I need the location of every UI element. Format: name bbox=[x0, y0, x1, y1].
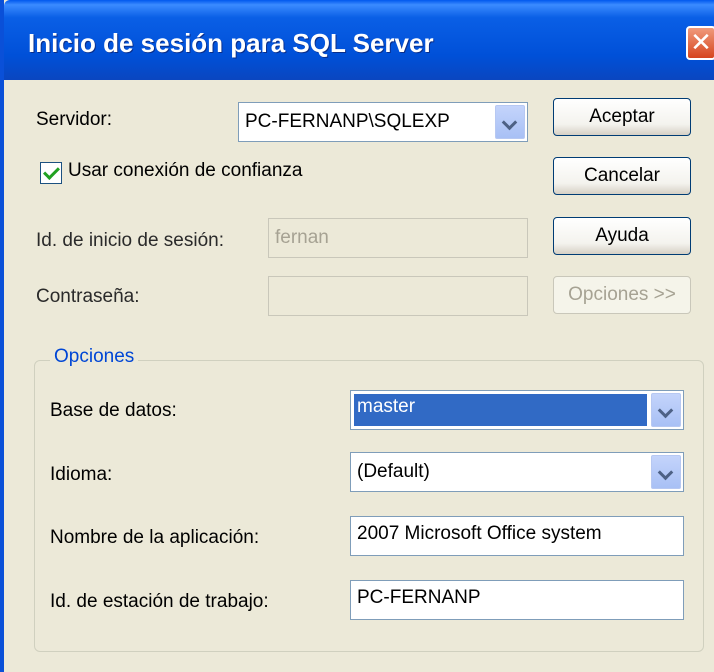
language-combobox[interactable]: (Default) bbox=[350, 452, 684, 492]
accept-button[interactable]: Aceptar bbox=[553, 98, 691, 136]
password-label: Contraseña: bbox=[36, 286, 140, 307]
trusted-connection-checkbox[interactable] bbox=[40, 162, 62, 184]
help-button[interactable]: Ayuda bbox=[553, 217, 691, 255]
database-label: Base de datos: bbox=[50, 400, 177, 421]
login-id-value: fernan bbox=[275, 227, 329, 248]
database-value: master bbox=[354, 394, 647, 426]
login-id-label: Id. de inicio de sesión: bbox=[36, 230, 225, 251]
close-button[interactable]: ✕ bbox=[686, 26, 714, 60]
options-group-title: Opciones bbox=[50, 346, 139, 368]
close-icon: ✕ bbox=[690, 27, 712, 57]
app-name-value: 2007 Microsoft Office system bbox=[357, 523, 602, 544]
server-combobox[interactable]: PC-FERNANP\SQLEXP bbox=[238, 102, 528, 142]
app-name-label: Nombre de la aplicación: bbox=[50, 527, 260, 548]
dialog-body: Servidor: PC-FERNANP\SQLEXP Usar conexió… bbox=[4, 80, 710, 672]
password-field[interactable] bbox=[268, 276, 528, 316]
app-name-field[interactable]: 2007 Microsoft Office system bbox=[350, 516, 684, 556]
workstation-label: Id. de estación de trabajo: bbox=[50, 591, 269, 612]
options-button[interactable]: Opciones >> bbox=[553, 276, 691, 314]
workstation-value: PC-FERNANP bbox=[357, 587, 481, 608]
window-title: Inicio de sesión para SQL Server bbox=[28, 28, 434, 58]
language-label: Idioma: bbox=[50, 464, 113, 485]
language-value: (Default) bbox=[357, 461, 430, 482]
chevron-down-icon[interactable] bbox=[651, 455, 681, 489]
cancel-button[interactable]: Cancelar bbox=[553, 157, 691, 195]
chevron-down-icon[interactable] bbox=[651, 393, 681, 427]
chevron-down-icon[interactable] bbox=[495, 105, 525, 139]
database-combobox[interactable]: master bbox=[350, 390, 684, 430]
login-id-field[interactable]: fernan bbox=[268, 218, 528, 258]
server-label: Servidor: bbox=[36, 109, 113, 130]
server-value: PC-FERNANP\SQLEXP bbox=[245, 111, 450, 132]
title-bar[interactable]: Inicio de sesión para SQL Server ✕ bbox=[4, 0, 714, 80]
workstation-field[interactable]: PC-FERNANP bbox=[350, 580, 684, 620]
trusted-connection-label[interactable]: Usar conexión de confianza bbox=[68, 160, 302, 182]
